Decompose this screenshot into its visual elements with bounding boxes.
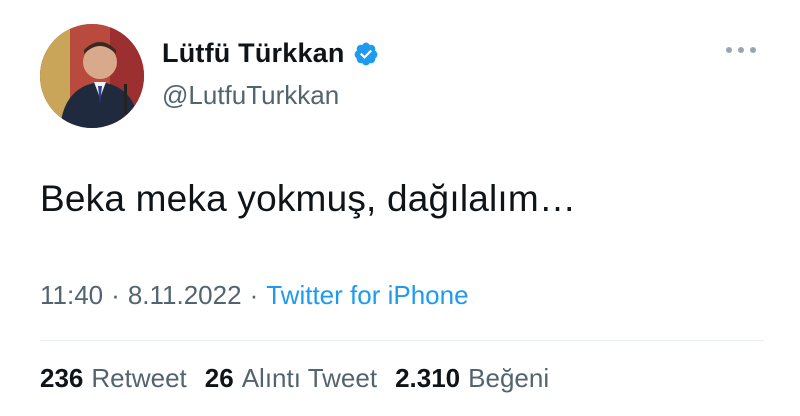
retweet-label: Retweet [91, 363, 187, 393]
tweet-card: Lütfü Türkkan @LutfuTurkkan Beka meka yo… [0, 0, 800, 416]
meta-separator: · [111, 280, 120, 310]
tweet-text: Beka meka yokmuş, dağılalım… [40, 178, 577, 219]
quote-tweet-stat[interactable]: 26 Alıntı Tweet [205, 363, 377, 394]
more-options-icon[interactable] [726, 44, 756, 56]
quote-tweet-label: Alıntı Tweet [241, 363, 378, 393]
retweet-stat[interactable]: 236 Retweet [40, 363, 187, 394]
author-handle[interactable]: @LutfuTurkkan [162, 80, 339, 111]
like-count: 2.310 [395, 363, 461, 393]
like-stat[interactable]: 2.310 Beğeni [395, 363, 549, 394]
tweet-meta: 11:40 · 8.11.2022 · Twitter for iPhone [40, 280, 469, 311]
tweet-date[interactable]: 8.11.2022 [128, 280, 242, 310]
dot-icon [738, 47, 744, 53]
meta-separator: · [249, 280, 259, 310]
like-label: Beğeni [468, 363, 550, 393]
tweet-stats: 236 Retweet 26 Alıntı Tweet 2.310 Beğeni [40, 363, 549, 394]
avatar[interactable] [40, 24, 144, 128]
profile-photo-icon [40, 24, 144, 128]
author-name-row: Lütfü Türkkan [162, 38, 379, 69]
author-display-name[interactable]: Lütfü Türkkan [162, 38, 345, 69]
dot-icon [750, 47, 756, 53]
dot-icon [726, 47, 732, 53]
verified-badge-icon [354, 42, 377, 65]
divider [40, 340, 764, 341]
tweet-time[interactable]: 11:40 [40, 280, 103, 310]
quote-tweet-count: 26 [204, 363, 234, 393]
retweet-count: 236 [40, 363, 84, 393]
tweet-source-link[interactable]: Twitter for iPhone [266, 280, 468, 310]
